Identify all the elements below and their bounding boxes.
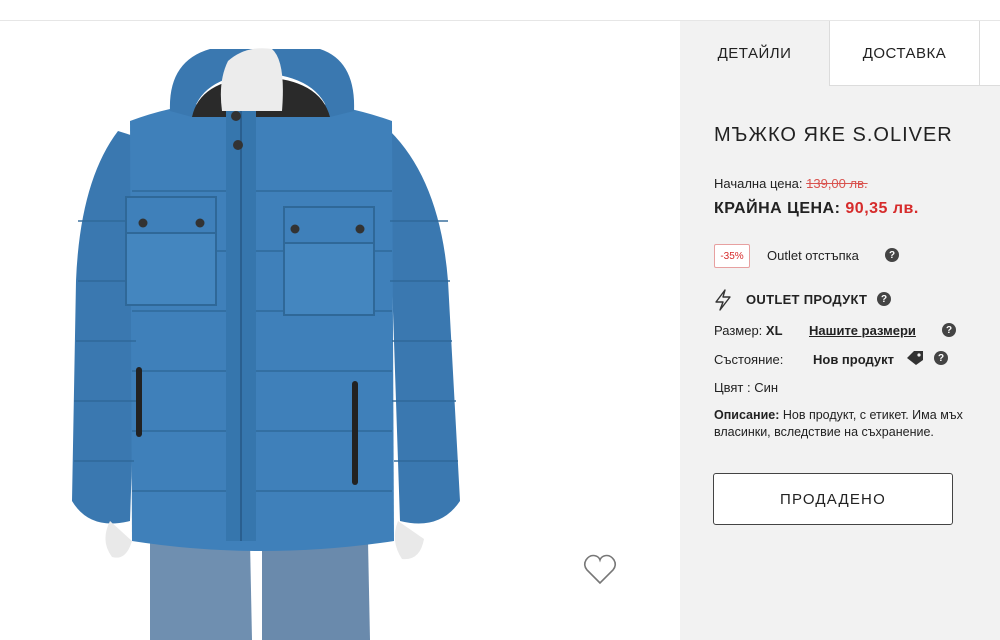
description-line-1: Нов продукт, с етикет. Има мъх	[782, 408, 963, 422]
product-title: МЪЖКО ЯКЕ S.OLIVER	[714, 124, 953, 146]
product-details-panel: ДЕТАЙЛИ ДОСТАВКА МЪЖКО ЯКЕ S.OLIVER Нача…	[680, 21, 1000, 640]
tab-more[interactable]	[980, 21, 1000, 86]
outlet-help-icon[interactable]: ?	[877, 292, 891, 306]
outlet-product-label: OUTLET ПРОДУКТ	[746, 292, 868, 307]
size-value: XL	[765, 323, 783, 338]
sold-button[interactable]: ПРОДАДЕНО	[713, 473, 953, 525]
condition-help-icon[interactable]: ?	[934, 351, 948, 365]
discount-help-icon[interactable]: ?	[885, 248, 899, 262]
discount-label: Outlet отстъпка	[767, 248, 859, 263]
original-price-label: Начална цена:	[714, 176, 803, 191]
final-price-row: КРАЙНА ЦЕНА: 90,35 лв.	[714, 200, 919, 218]
lightning-icon	[715, 289, 731, 311]
tab-delivery[interactable]: ДОСТАВКА	[830, 21, 980, 86]
final-price-label: КРАЙНА ЦЕНА:	[714, 200, 841, 217]
description-line-2: власинки, вследствие на съхранение.	[714, 425, 934, 439]
color-row: Цвят : Син	[714, 380, 778, 395]
final-price: 90,35 лв.	[845, 200, 919, 217]
description: Описание: Нов продукт, с етикет. Има мъх…	[714, 407, 1000, 441]
size-row: Размер: XL	[714, 323, 783, 338]
top-bar	[0, 0, 1000, 21]
condition-label: Състояние:	[714, 352, 784, 367]
details-tabs: ДЕТАЙЛИ ДОСТАВКА	[680, 21, 1000, 86]
description-label: Описание:	[714, 408, 780, 422]
discount-badge: -35%	[714, 244, 750, 268]
wishlist-heart-icon[interactable]	[580, 549, 620, 589]
size-help-icon[interactable]: ?	[942, 323, 956, 337]
color-label: Цвят :	[714, 380, 751, 395]
original-price: 139,00 лв.	[806, 176, 868, 191]
color-value: Син	[754, 380, 779, 395]
original-price-row: Начална цена: 139,00 лв.	[714, 176, 868, 191]
size-guide-link[interactable]: Нашите размери	[809, 323, 916, 338]
tab-details[interactable]: ДЕТАЙЛИ	[680, 21, 830, 86]
product-image[interactable]	[0, 21, 680, 640]
jacket-photo	[72, 48, 460, 640]
tag-icon	[907, 351, 923, 365]
condition-value: Нов продукт	[813, 352, 895, 367]
size-label: Размер:	[714, 323, 763, 338]
